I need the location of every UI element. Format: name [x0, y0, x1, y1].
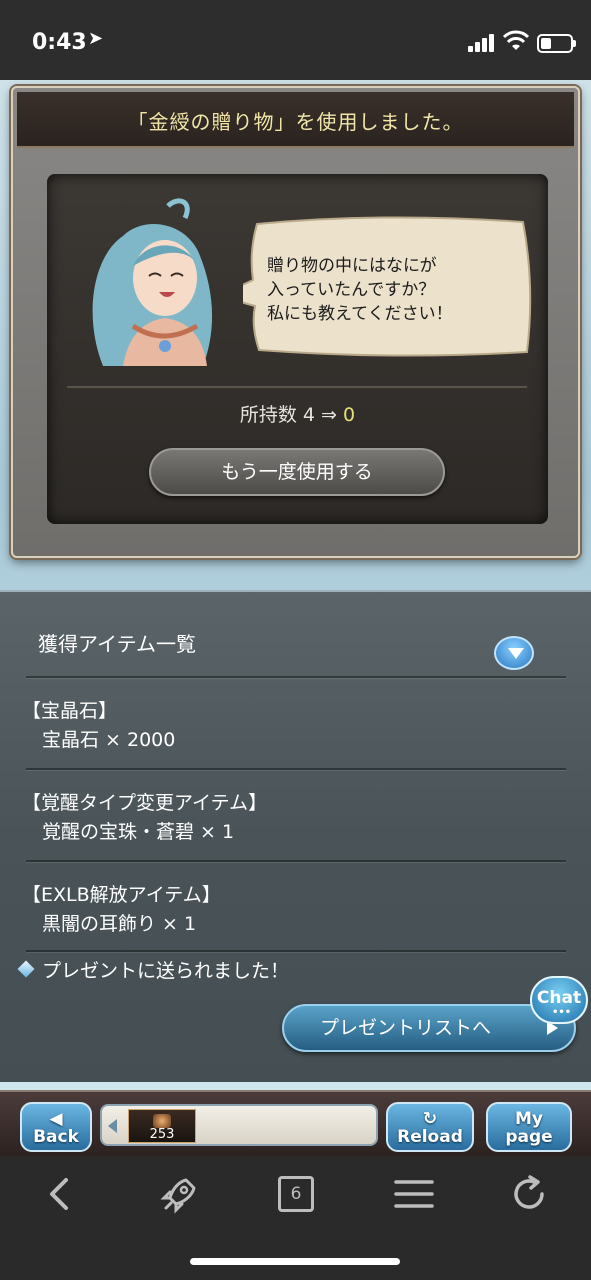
- tray-item-thumbnail[interactable]: 253: [128, 1109, 196, 1143]
- mypage-label-line2: page: [505, 1127, 553, 1147]
- item-entry: 宝晶石 × 2000: [42, 729, 176, 751]
- divider: [26, 768, 566, 770]
- tray-item-count: 253: [149, 1127, 175, 1142]
- dialog-body: 贈り物の中にはなにが 入っていたんですか？ 私にも教えてください！ 所持数 4 …: [47, 174, 548, 524]
- item-group-title: 【EXLB解放アイテム】: [22, 884, 221, 906]
- item-group-title: 【宝晶石】: [22, 700, 118, 722]
- character-portrait: [92, 198, 213, 366]
- tab-count: 6: [278, 1176, 314, 1212]
- mypage-button[interactable]: My page: [486, 1102, 572, 1152]
- use-again-button[interactable]: もう一度使用する: [149, 448, 445, 496]
- chat-button[interactable]: Chat •••: [530, 976, 588, 1024]
- tabs-icon[interactable]: 6: [274, 1174, 318, 1214]
- signal-icon: [468, 34, 496, 52]
- sent-message-text: プレゼントに送られました！: [42, 960, 290, 982]
- divider: [26, 950, 566, 952]
- battery-level: [541, 38, 551, 49]
- battery-icon: [537, 34, 576, 53]
- item-entry: 覚醒の宝珠・蒼碧 × 1: [42, 821, 235, 843]
- obtained-items-panel: 獲得アイテム一覧 【宝晶石】 宝晶石 × 2000 【覚醒タイプ変更アイテム】 …: [0, 590, 591, 1082]
- owned-count: 所持数 4 ⇒ 0: [47, 400, 548, 427]
- reload-icon[interactable]: [508, 1174, 552, 1214]
- item-image: [153, 1114, 171, 1128]
- back-arrow-icon[interactable]: [38, 1174, 82, 1214]
- item-group-title: 【覚醒タイプ変更アイテム】: [22, 792, 268, 814]
- sent-to-presents-message: プレゼントに送られました！: [17, 956, 290, 983]
- owned-label: 所持数 4 ⇒: [239, 404, 344, 426]
- wifi-icon: [503, 30, 529, 50]
- chevron-down-icon[interactable]: [494, 636, 534, 670]
- location-arrow-icon: ➤: [88, 28, 104, 49]
- menu-icon[interactable]: [392, 1174, 436, 1214]
- diamond-icon: [17, 960, 35, 978]
- dialog-header: 「金綬の贈り物」を使用しました。: [17, 92, 574, 148]
- dialog-title: 「金綬の贈り物」を使用しました。: [127, 110, 464, 134]
- item-entry: 黒闇の耳飾り × 1: [42, 913, 197, 935]
- rocket-icon[interactable]: [156, 1174, 200, 1214]
- item-used-dialog: 「金綬の贈り物」を使用しました。 贈り物の中にはなにが 入っていたんですか？ 私…: [11, 86, 580, 558]
- status-bar: 0:43 ➤: [0, 0, 591, 80]
- game-nav-bar: ◀ Back 253 ↻ Reload My page: [0, 1090, 591, 1156]
- speech-text: 贈り物の中にはなにが 入っていたんですか？ 私にも教えてください！: [267, 256, 453, 324]
- home-indicator[interactable]: [190, 1258, 400, 1265]
- mypage-label-line1: My: [515, 1109, 543, 1129]
- chat-dots-icon: •••: [552, 1007, 572, 1018]
- divider: [67, 386, 527, 388]
- tray-left-arrow-icon[interactable]: [108, 1119, 117, 1133]
- chat-label: Chat: [536, 988, 582, 1008]
- reload-label: Reload: [397, 1127, 463, 1147]
- status-time: 0:43: [32, 30, 87, 55]
- divider: [26, 860, 566, 862]
- reload-button[interactable]: ↻ Reload: [386, 1102, 474, 1152]
- divider: [26, 676, 566, 678]
- owned-after: 0: [343, 404, 356, 426]
- present-list-label: プレゼントリストへ: [320, 1017, 492, 1039]
- back-button[interactable]: ◀ Back: [20, 1102, 92, 1152]
- obtained-items-header: 獲得アイテム一覧: [38, 632, 196, 656]
- item-tray[interactable]: 253: [100, 1104, 378, 1146]
- back-label: Back: [33, 1127, 79, 1147]
